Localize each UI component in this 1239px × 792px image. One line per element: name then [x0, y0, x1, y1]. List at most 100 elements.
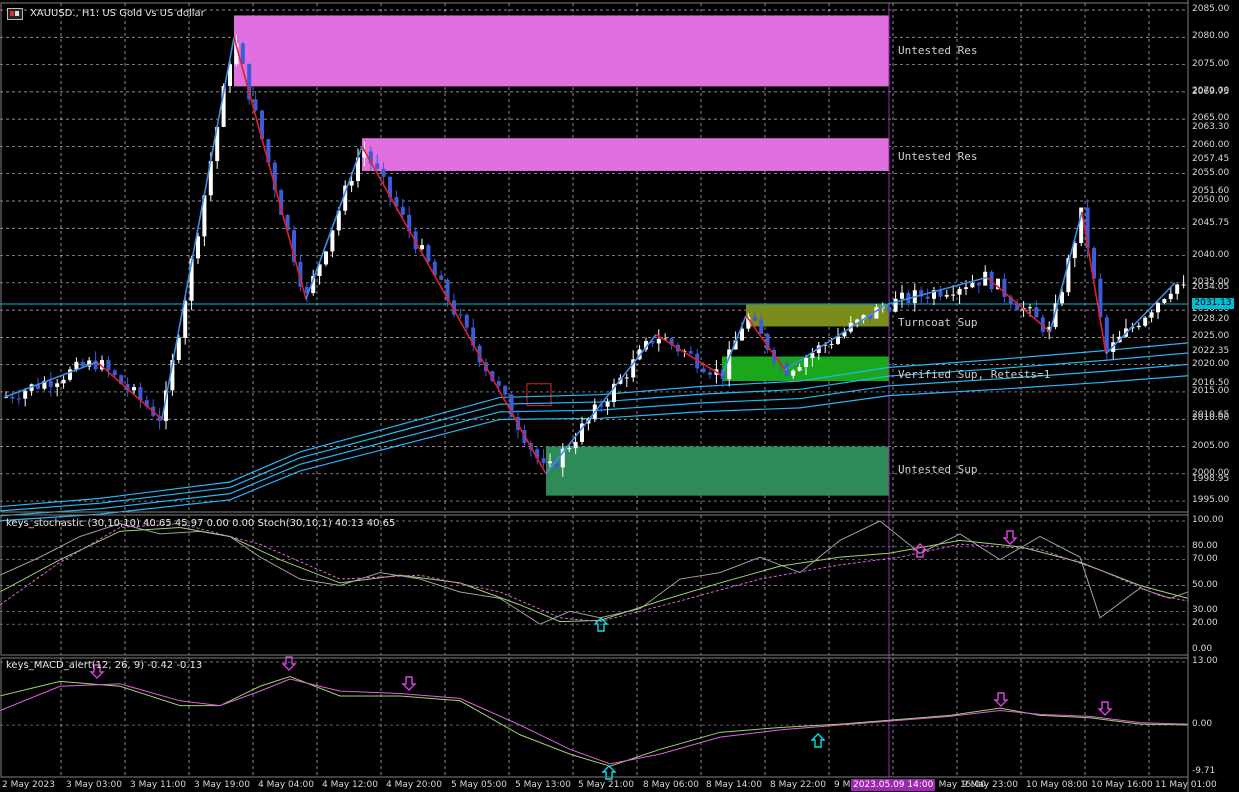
price-axis-label: 2069.75	[1192, 87, 1230, 98]
candle-body	[420, 245, 424, 250]
zigzag-segment	[1105, 282, 1176, 355]
untested-res-zone-top	[234, 15, 889, 87]
time-axis-label: 9 May 23:00	[962, 780, 1018, 790]
candle-body	[541, 458, 546, 464]
candle-body	[112, 370, 117, 376]
stoch-axis-label: 30.00	[1192, 605, 1218, 616]
candle-body	[1156, 302, 1160, 313]
time-axis-label: 3 May 11:00	[130, 780, 186, 790]
time-axis-label: 2 May 2023	[2, 780, 55, 790]
candle-body	[1162, 299, 1167, 303]
stoch-axis-label: 20.00	[1192, 618, 1218, 629]
down-arrow-icon	[1097, 701, 1113, 716]
time-axis-label: 9 M	[834, 780, 851, 790]
candle-body	[1168, 293, 1173, 300]
candle-body	[701, 368, 706, 373]
price-axis-label: 2028.20	[1192, 313, 1230, 324]
candle-body	[1149, 312, 1154, 318]
down-arrow-icon	[993, 692, 1009, 707]
chart-window-icon[interactable]	[7, 8, 23, 20]
candle-body	[970, 283, 975, 288]
candle-body	[887, 306, 892, 312]
candle-body	[1034, 307, 1039, 318]
stochastic-signal-line	[0, 526, 1189, 623]
candle-body	[605, 402, 610, 407]
chart-canvas[interactable]	[0, 0, 1239, 792]
panel-frame	[0, 657, 1189, 778]
time-axis-label: 10 May 08:00	[1026, 780, 1088, 790]
price-axis-label: 2055.00	[1192, 167, 1230, 178]
candle-body	[938, 290, 943, 297]
price-axis-label: 2005.00	[1192, 440, 1230, 451]
candle-body	[375, 163, 380, 169]
candle-body	[925, 296, 930, 299]
candle-body	[55, 383, 60, 387]
candle-body	[61, 379, 66, 384]
candle-body	[464, 314, 469, 328]
up-arrow-icon	[810, 733, 826, 748]
price-axis-label: 2080.00	[1192, 31, 1230, 42]
stochastic-lines	[0, 520, 1189, 625]
price-axis-label: 2045.75	[1192, 218, 1230, 229]
candle-body	[1028, 307, 1032, 309]
candle-body	[944, 294, 949, 297]
zigzag-segment	[1049, 211, 1083, 333]
current-price-tag: 2031.13	[1192, 298, 1234, 309]
candle-body	[503, 385, 508, 395]
price-axis-label: 1998.95	[1192, 473, 1230, 484]
price-axis-label: 2015.00	[1192, 385, 1230, 396]
zigzag-segment	[655, 333, 723, 377]
candle-body	[804, 357, 808, 368]
stoch-axis-label: 100.00	[1192, 515, 1224, 525]
time-axis-label: 5 May 05:00	[451, 780, 507, 790]
price-axis-label: 2022.35	[1192, 345, 1230, 356]
time-axis-label: 8 May 06:00	[643, 780, 699, 790]
candle-body	[573, 441, 578, 449]
candle-body	[964, 287, 968, 289]
cursor-time-tag: 2023.05.09 14:00	[851, 779, 936, 791]
candle-body	[439, 275, 444, 280]
stochastic-dotted-line	[0, 523, 1189, 623]
zone-label-untested-sup: Untested Sup	[898, 463, 978, 476]
candle-body	[791, 370, 796, 376]
candle-body	[1175, 284, 1180, 294]
up-arrow-icon	[912, 543, 928, 558]
zone-label-untested-res-mid: Untested Res	[898, 150, 978, 163]
candle-body	[381, 168, 386, 177]
price-axis-label: 2060.00	[1192, 140, 1230, 151]
candle-body	[458, 314, 463, 316]
time-axis-label: 8 May 14:00	[706, 780, 762, 790]
time-axis-label: 3 May 03:00	[66, 780, 122, 790]
time-axis-label: 3 May 19:00	[194, 780, 250, 790]
stoch-axis-label: 0.00	[1192, 644, 1213, 654]
macd-title: keys_MACD_alert(12, 26, 9) -0.42 -0.13	[6, 660, 203, 671]
price-axis-label: 2050.00	[1192, 194, 1230, 205]
price-axis-label: 1995.00	[1192, 495, 1230, 506]
price-axis-label: 2010.00	[1192, 413, 1230, 424]
time-axis-label: 4 May 12:00	[322, 780, 378, 790]
candle-body	[240, 43, 245, 64]
candle-body	[708, 372, 712, 375]
symbol-title: XAUUSD., H1: US Gold vs US dollar	[30, 8, 205, 19]
price-axis-label: 2020.00	[1192, 358, 1230, 369]
candle-body	[874, 307, 879, 319]
time-axis-label: 5 May 13:00	[515, 780, 571, 790]
candle-body	[957, 288, 962, 295]
zigzag-segment	[885, 276, 988, 306]
macd-axis-label: 0.00	[1192, 719, 1213, 730]
price-axis-label: 2025.00	[1192, 331, 1230, 342]
candle-body	[797, 367, 802, 371]
untested-sup-zone	[546, 446, 889, 496]
time-axis-label: 4 May 04:00	[258, 780, 314, 790]
down-arrow-icon	[1002, 530, 1018, 545]
candle-body	[324, 251, 328, 265]
candle-body	[759, 320, 764, 334]
zigzag-segment	[305, 146, 363, 300]
price-axis-label: 2085.00	[1192, 4, 1230, 14]
candle-body	[132, 387, 136, 391]
down-arrow-icon	[281, 656, 297, 671]
candle-body	[752, 316, 757, 321]
candle-body	[900, 292, 904, 299]
retest-box	[526, 383, 552, 407]
zone-label-verified-sup: Verified Sup, Retests=1	[898, 368, 1051, 381]
